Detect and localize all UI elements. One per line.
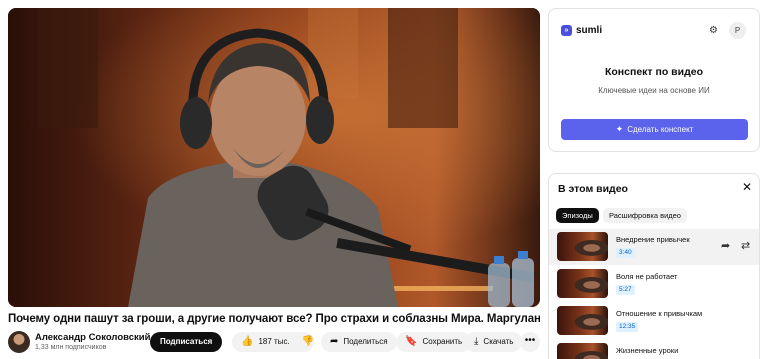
save-label: Сохранить (422, 337, 463, 346)
chapter-repeat-icon[interactable]: ⇄ (741, 239, 750, 252)
chapter-thumbnail (557, 232, 608, 261)
subscriber-count: 1,33 млн подписчиков (35, 344, 107, 351)
chapter-timestamp[interactable]: 3:40 (616, 248, 635, 258)
chapter-title: Жизненные уроки (616, 346, 679, 355)
chapter-item[interactable]: Отношение к привычкам 12:35 (549, 303, 759, 339)
tab-episodes[interactable]: Эпизоды (556, 208, 599, 223)
bookmark-icon: 🔖 (405, 336, 418, 347)
chapter-thumbnail (557, 343, 608, 359)
settings-icon[interactable]: ⚙ (709, 25, 718, 36)
make-summary-button[interactable]: ✦ Сделать конспект (561, 119, 748, 140)
chapter-thumbnail (557, 269, 608, 298)
chapter-title: Отношение к привычкам (616, 309, 703, 318)
chapter-share-icon[interactable]: ➦ (721, 239, 730, 252)
make-summary-label: Сделать конспект (627, 125, 694, 134)
more-actions-button[interactable]: ••• (520, 332, 540, 352)
chapter-thumbnail (557, 306, 608, 335)
chapter-item[interactable]: Внедрение привычек 3:40 ➦ ⇄ (549, 229, 759, 265)
save-button[interactable]: 🔖 Сохранить (396, 332, 472, 352)
thumbs-up-icon: 👍 (241, 336, 254, 347)
channel-name-link[interactable]: Александр Соколовский✓ (35, 332, 162, 343)
chapter-timestamp[interactable]: 12:35 (616, 322, 639, 332)
sumli-brand-name: sumli (576, 25, 603, 36)
tab-transcript[interactable]: Расшифровка видео (603, 208, 687, 223)
user-avatar[interactable]: P (729, 22, 746, 39)
sparkle-icon: ✦ (615, 124, 624, 134)
summary-heading: Конспект по видео (604, 66, 703, 78)
sumli-summary-card: » sumli ⚙ P Конспект по видео Ключевые и… (548, 8, 760, 152)
like-button[interactable]: 👍 187 тыс. (232, 332, 290, 352)
download-button[interactable]: ⤓ Скачать (465, 332, 523, 352)
like-count: 187 тыс. (258, 337, 290, 346)
channel-avatar[interactable] (8, 331, 30, 353)
channel-name: Александр Соколовский (35, 332, 151, 343)
download-label: Скачать (483, 337, 514, 346)
chapters-panel: В этом видео ✕ Эпизоды Расшифровка видео… (548, 173, 760, 359)
chapter-title: Воля не работает (616, 272, 678, 281)
summary-subheading: Ключевые идеи на основе ИИ (598, 86, 710, 95)
video-player[interactable] (8, 8, 540, 307)
close-icon[interactable]: ✕ (742, 180, 752, 194)
dislike-button[interactable]: 👎 (296, 332, 314, 352)
sumli-logo-icon: » (561, 25, 572, 36)
video-frame (8, 8, 540, 307)
share-label: Поделиться (343, 337, 388, 346)
video-title: Почему одни пашут за гроши, а другие пол… (8, 313, 540, 325)
share-button[interactable]: ➦ Поделиться (321, 332, 397, 352)
chapters-panel-title: В этом видео (558, 183, 628, 195)
chapter-item[interactable]: Воля не работает 5:27 (549, 266, 759, 302)
chapter-title: Внедрение привычек (616, 235, 690, 244)
share-icon: ➦ (330, 336, 339, 347)
chapter-item[interactable]: Жизненные уроки (549, 340, 759, 359)
chapter-timestamp[interactable]: 5:27 (616, 285, 635, 295)
page: Почему одни пашут за гроши, а другие пол… (0, 0, 768, 359)
like-dislike-group: 👍 187 тыс. 👎 (232, 332, 314, 352)
subscribe-button[interactable]: Подписаться (150, 332, 223, 352)
video-meta-row: Александр Соколовский✓ 1,33 млн подписчи… (8, 331, 540, 353)
thumbs-down-icon: 👎 (301, 336, 315, 347)
download-icon: ⤓ (474, 336, 479, 347)
